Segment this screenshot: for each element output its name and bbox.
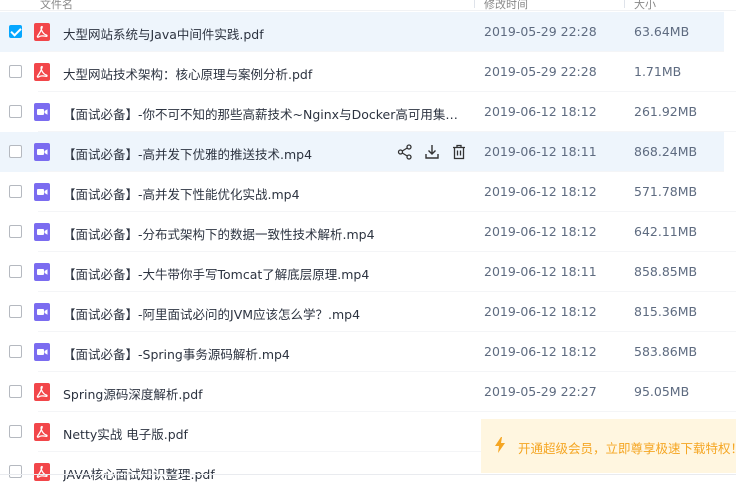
- file-row[interactable]: 【面试必备】-大牛带你手写Tomcat了解底层原理.mp4 2019-06-12 …: [0, 252, 736, 292]
- file-size: 815.36MB: [634, 304, 698, 319]
- vip-promo-banner[interactable]: 开通超级会员，立即尊享极速下载特权！: [481, 419, 736, 473]
- file-name-link[interactable]: 【面试必备】-阿里面试必问的JVM应该怎么学？.mp4: [63, 304, 468, 323]
- vip-promo-text[interactable]: 开通超级会员，立即尊享极速下载特权！: [518, 438, 736, 457]
- column-header-size[interactable]: 大小: [634, 0, 656, 10]
- file-modified-time: 2019-05-29 22:28: [484, 64, 597, 79]
- column-header-name[interactable]: 文件名: [40, 0, 73, 10]
- file-size: 95.05MB: [634, 384, 690, 399]
- file-modified-time: 2019-06-12 18:12: [484, 224, 597, 239]
- video-icon: [34, 343, 50, 361]
- file-row[interactable]: 大型网站系统与Java中间件实践.pdf 2019-05-29 22:28 63.6…: [0, 12, 724, 52]
- row-hover-actions: [396, 143, 476, 161]
- file-name-link[interactable]: 【面试必备】-大牛带你手写Tomcat了解底层原理.mp4: [63, 264, 468, 283]
- file-modified-time: 2019-06-12 18:12: [484, 304, 597, 319]
- row-checkbox[interactable]: [9, 105, 22, 118]
- row-checkbox[interactable]: [9, 425, 22, 438]
- file-name-link[interactable]: 【面试必备】-高并发下性能优化实战.mp4: [63, 184, 468, 203]
- row-checkbox[interactable]: [9, 305, 22, 318]
- delete-icon[interactable]: [450, 143, 468, 161]
- file-size: 868.24MB: [634, 144, 698, 159]
- file-modified-time: 2019-06-12 18:12: [484, 104, 597, 119]
- row-checkbox[interactable]: [9, 465, 22, 478]
- file-name-link[interactable]: 【面试必备】-高并发下优雅的推送技术.mp4: [63, 144, 383, 163]
- file-modified-time: 2019-05-29 22:27: [484, 384, 597, 399]
- video-icon: [34, 183, 50, 201]
- file-modified-time: 2019-06-12 18:11: [484, 144, 597, 159]
- file-modified-time: 2019-06-12 18:12: [484, 184, 597, 199]
- file-name-link[interactable]: 大型网站技术架构：核心原理与案例分析.pdf: [63, 64, 468, 83]
- list-bottom-border: [0, 474, 736, 475]
- file-name-link[interactable]: 大型网站系统与Java中间件实践.pdf: [63, 24, 468, 43]
- file-name-link[interactable]: 【面试必备】-Spring事务源码解析.mp4: [63, 344, 468, 363]
- share-icon[interactable]: [396, 143, 414, 161]
- file-size: 261.92MB: [634, 104, 698, 119]
- file-name-link[interactable]: 【面试必备】-你不可不知的那些高薪技术~Nginx与Docker高可用集群实战.…: [63, 104, 468, 123]
- video-icon: [34, 223, 50, 241]
- row-checkbox[interactable]: [9, 265, 22, 278]
- pdf-icon: [34, 463, 50, 481]
- file-modified-time: 2019-05-29 22:28: [484, 24, 597, 39]
- row-checkbox[interactable]: [9, 225, 22, 238]
- file-row[interactable]: 【面试必备】-阿里面试必问的JVM应该怎么学？.mp4 2019-06-12 18…: [0, 292, 736, 332]
- pdf-icon: [34, 423, 50, 441]
- row-checkbox[interactable]: [9, 145, 22, 158]
- file-row[interactable]: 【面试必备】-高并发下性能优化实战.mp4 2019-06-12 18:12 571…: [0, 172, 736, 212]
- video-icon: [34, 263, 50, 281]
- file-row[interactable]: 【面试必备】-你不可不知的那些高薪技术~Nginx与Docker高可用集群实战.…: [0, 92, 736, 132]
- video-icon: [34, 103, 50, 121]
- file-size: 642.11MB: [634, 224, 698, 239]
- column-header-time[interactable]: 修改时间: [484, 0, 528, 10]
- file-name-link[interactable]: Spring源码深度解析.pdf: [63, 384, 468, 403]
- pdf-icon: [34, 383, 50, 401]
- file-list-header: 文件名 修改时间 大小: [0, 0, 736, 11]
- row-checkbox[interactable]: [9, 25, 22, 38]
- file-size: 63.64MB: [634, 24, 690, 39]
- video-icon: [34, 303, 50, 321]
- row-checkbox[interactable]: [9, 385, 22, 398]
- file-row[interactable]: 【面试必备】-高并发下优雅的推送技术.mp4 2019-06-12 18:11 86…: [0, 132, 724, 172]
- file-name-link[interactable]: Netty实战 电子版.pdf: [63, 424, 468, 443]
- row-checkbox[interactable]: [9, 185, 22, 198]
- file-size: 571.78MB: [634, 184, 698, 199]
- download-icon[interactable]: [423, 143, 441, 161]
- pdf-icon: [34, 63, 50, 81]
- column-divider[interactable]: [624, 0, 625, 8]
- file-row[interactable]: Spring源码深度解析.pdf 2019-05-29 22:27 95.05MB: [0, 372, 736, 412]
- file-size: 858.85MB: [634, 264, 698, 279]
- lightning-icon: [494, 437, 506, 456]
- file-row[interactable]: 【面试必备】-分布式架构下的数据一致性技术解析.mp4 2019-06-12 18…: [0, 212, 736, 252]
- file-row[interactable]: 【面试必备】-Spring事务源码解析.mp4 2019-06-12 18:12 5…: [0, 332, 736, 372]
- row-checkbox[interactable]: [9, 345, 22, 358]
- row-checkbox[interactable]: [9, 65, 22, 78]
- file-name-link[interactable]: 【面试必备】-分布式架构下的数据一致性技术解析.mp4: [63, 224, 468, 243]
- file-size: 1.71MB: [634, 64, 682, 79]
- file-modified-time: 2019-06-12 18:12: [484, 344, 597, 359]
- pdf-icon: [34, 23, 50, 41]
- file-row[interactable]: 大型网站技术架构：核心原理与案例分析.pdf 2019-05-29 22:28 1.…: [0, 52, 736, 92]
- column-divider[interactable]: [474, 0, 475, 8]
- file-modified-time: 2019-06-12 18:11: [484, 264, 597, 279]
- video-icon: [34, 143, 50, 161]
- file-size: 583.86MB: [634, 344, 698, 359]
